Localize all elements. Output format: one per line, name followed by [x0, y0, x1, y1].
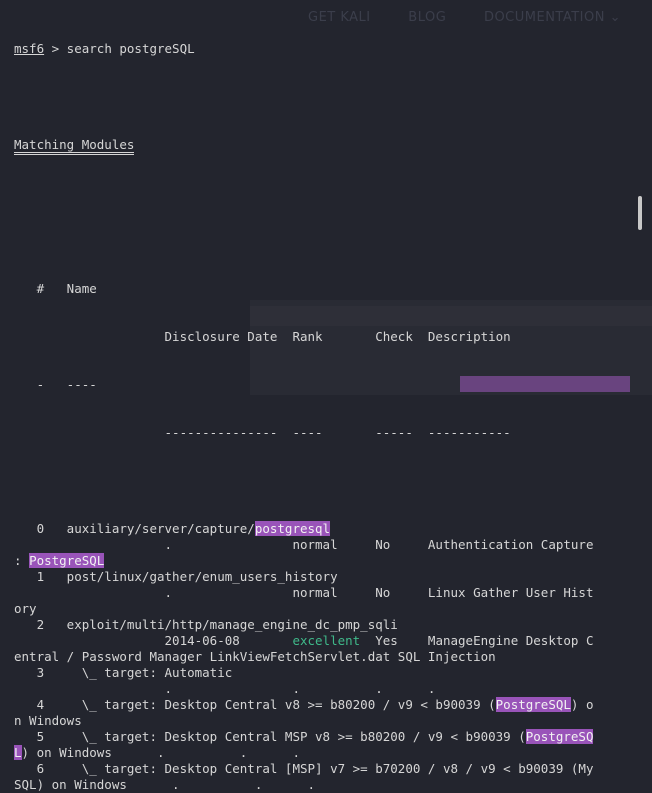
result-text: . normal No Authentication Capture [14, 537, 594, 552]
result-text: Yes ManageEngine Desktop C [360, 633, 594, 648]
columns-line-3: - ---- [14, 377, 97, 392]
result-line: L) on Windows . . . [14, 745, 634, 761]
command: > search postgreSQL [44, 41, 195, 56]
result-text: . . . . [14, 681, 436, 696]
result-text: ) o [570, 697, 594, 712]
result-text: ) on Windows . . . [21, 745, 300, 760]
columns-line-1: # Name [14, 281, 97, 296]
matching-modules-heading: Matching Modules [14, 138, 135, 155]
results-table: 0 auxiliary/server/capture/postgresql . … [14, 521, 634, 792]
result-text: 2 exploit/multi/http/manage_engine_dc_pm… [14, 617, 398, 632]
result-text: : [14, 553, 30, 568]
result-text: 3 \_ target: Automatic [14, 665, 233, 680]
result-line: ory [14, 601, 634, 617]
result-line: 2 exploit/multi/http/manage_engine_dc_pm… [14, 617, 634, 633]
result-text: . normal No Linux Gather User Hist [14, 585, 594, 600]
result-text: entral / Password Manager LinkViewFetchS… [14, 649, 496, 664]
result-line: 4 \_ target: Desktop Central v8 >= b8020… [14, 697, 634, 713]
result-line: . . . . [14, 681, 634, 697]
columns-line-4: --------------- ---- ----- ----------- [14, 425, 511, 440]
result-line: . normal No Authentication Capture [14, 537, 634, 553]
prompt-name: msf6 [14, 41, 45, 56]
result-line: entral / Password Manager LinkViewFetchS… [14, 649, 634, 665]
search-match-highlight: postgresql [254, 521, 331, 536]
result-line: 0 auxiliary/server/capture/postgresql [14, 521, 634, 537]
scrollbar-thumb[interactable] [638, 196, 642, 230]
search-match-highlight: PostgreSQL [495, 697, 571, 712]
result-text: n Windows [14, 713, 82, 728]
result-text: 5 \_ target: Desktop Central MSP v8 >= b… [14, 729, 526, 744]
columns-line-2: Disclosure Date Rank Check Description [14, 329, 511, 344]
result-text: SQL) on Windows . . . [14, 777, 316, 792]
result-line: SQL) on Windows . . . [14, 777, 634, 793]
result-line: 6 \_ target: Desktop Central [MSP] v7 >=… [14, 761, 634, 777]
search-match-highlight: L [14, 745, 22, 760]
result-text: ory [14, 601, 37, 616]
result-text: 1 post/linux/gather/enum_users_history [14, 569, 338, 584]
result-line: 1 post/linux/gather/enum_users_history [14, 569, 634, 585]
rank-excellent: excellent [292, 633, 361, 648]
result-line: 3 \_ target: Automatic [14, 665, 634, 681]
result-text: 2014-06-08 [14, 633, 293, 648]
terminal-output[interactable]: msf6 > search postgreSQL Matching Module… [14, 9, 634, 792]
result-line: 5 \_ target: Desktop Central MSP v8 >= b… [14, 729, 634, 745]
result-line: 2014-06-08 excellent Yes ManageEngine De… [14, 633, 634, 649]
search-match-highlight: PostgreSQL [29, 553, 105, 568]
prompt-line: msf6 > search postgreSQL [14, 41, 634, 57]
result-text: 0 auxiliary/server/capture/ [14, 521, 255, 536]
result-text: 6 \_ target: Desktop Central [MSP] v7 >=… [14, 761, 594, 776]
result-line: . normal No Linux Gather User Hist [14, 585, 634, 601]
result-line: n Windows [14, 713, 634, 729]
heading-line: Matching Modules [14, 137, 634, 155]
search-match-highlight: PostgreSQ [525, 729, 594, 744]
result-text: 4 \_ target: Desktop Central v8 >= b8020… [14, 697, 496, 712]
result-line: : PostgreSQL [14, 553, 634, 569]
